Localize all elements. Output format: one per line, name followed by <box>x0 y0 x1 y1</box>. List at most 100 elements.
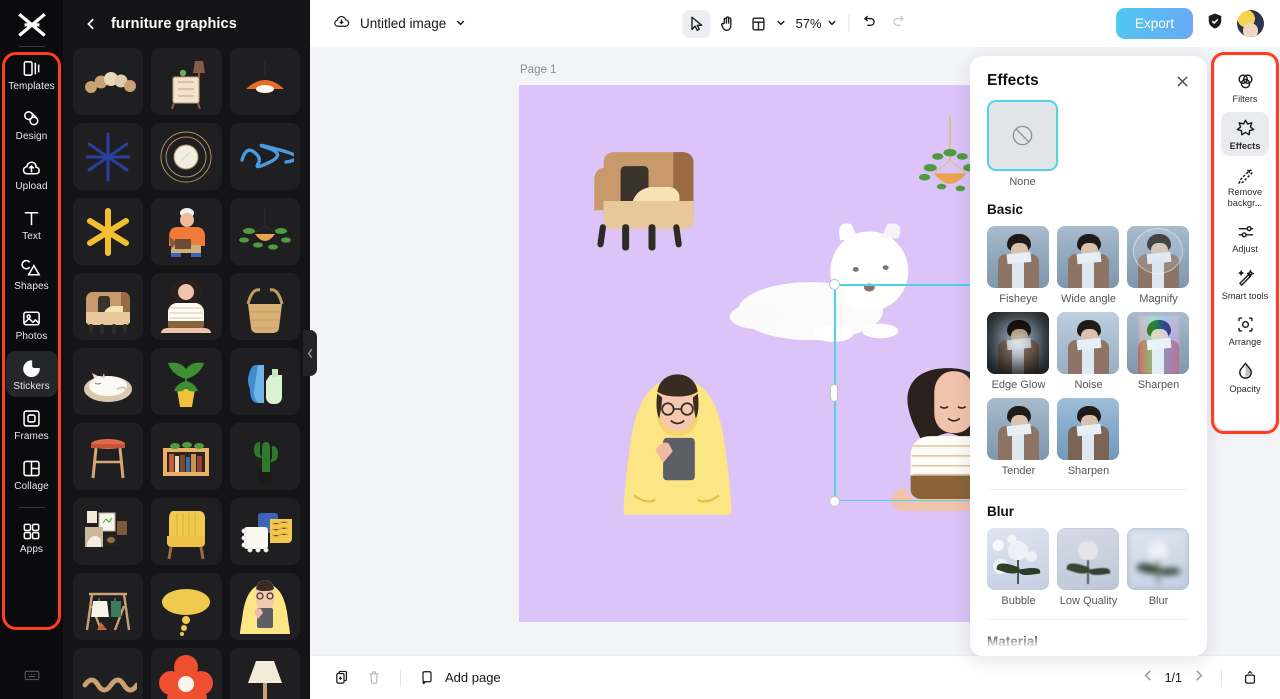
armchair-object[interactable] <box>571 140 726 265</box>
effect-none-item[interactable]: None <box>987 100 1190 188</box>
effect-item[interactable]: Sharpen <box>1127 312 1190 391</box>
capcut-logo-icon[interactable] <box>15 10 49 40</box>
right-tool-adjust[interactable]: Adjust <box>1221 215 1269 260</box>
resize-handle-top-left[interactable] <box>828 278 840 290</box>
effect-item[interactable]: Wide angle <box>1057 226 1120 305</box>
pendant-lamp-sticker[interactable] <box>229 48 300 115</box>
sidebar-item-apps[interactable]: Apps <box>6 514 58 560</box>
close-icon[interactable] <box>1173 72 1191 90</box>
effect-item[interactable]: Tender <box>987 398 1050 477</box>
keyboard-shortcuts-icon[interactable] <box>23 666 41 689</box>
effects-panel-body[interactable]: None Basic Fisheye Wide angle Magnify Edge G… <box>970 90 1207 656</box>
sidebar-item-label: Templates <box>8 81 55 92</box>
girl-in-blanket-sticker[interactable] <box>229 573 300 640</box>
sidebar-item-shapes[interactable]: Shapes <box>6 251 58 297</box>
right-tool-label: Smart tools <box>1221 290 1269 301</box>
wall-art-gallery-sticker[interactable] <box>73 498 144 565</box>
right-tool-smarttools[interactable]: Smart tools <box>1221 262 1269 307</box>
effect-item[interactable]: Edge Glow <box>987 312 1050 391</box>
right-tool-removebackgr[interactable]: Remove backgr... <box>1221 158 1269 213</box>
prev-page-button[interactable] <box>1142 669 1155 687</box>
right-tool-arrange[interactable]: Arrange <box>1221 308 1269 353</box>
layout-chevron-down-icon[interactable] <box>775 15 786 33</box>
layout-tool-button[interactable] <box>744 10 772 38</box>
effect-label: Sharpen <box>1067 465 1110 477</box>
yellow-asterisk-sticker[interactable] <box>73 198 144 265</box>
back-button[interactable] <box>83 16 99 32</box>
beads-garland-sticker[interactable] <box>73 48 144 115</box>
blue-squiggle-sticker[interactable] <box>229 123 300 190</box>
sidebar-item-collage[interactable]: Collage <box>6 451 58 497</box>
pillows-sticker[interactable] <box>229 498 300 565</box>
cactus-sticker[interactable] <box>229 423 300 490</box>
sidebar-item-photos[interactable]: Photos <box>6 301 58 347</box>
effect-item[interactable]: Bubble <box>987 528 1050 607</box>
export-button[interactable]: Export <box>1115 8 1193 39</box>
wooden-stool-sticker[interactable] <box>73 423 144 490</box>
monstera-plant-sticker[interactable] <box>151 348 222 415</box>
zoom-chevron-down-icon[interactable] <box>827 15 838 33</box>
resize-handle-left[interactable] <box>830 383 838 402</box>
resize-handle-bottom-left[interactable] <box>828 495 840 507</box>
vases-sticker[interactable] <box>229 348 300 415</box>
red-flower-sticker[interactable] <box>151 648 222 699</box>
sleeping-cat-sticker[interactable] <box>73 348 144 415</box>
effects-section-divider <box>987 619 1190 620</box>
girl-in-blanket-object[interactable] <box>615 370 740 525</box>
sidebar-item-design[interactable]: Design <box>6 101 58 147</box>
blue-starburst-sticker[interactable] <box>73 123 144 190</box>
redo-button[interactable] <box>891 13 908 35</box>
right-tool-label: Effects <box>1229 140 1261 151</box>
bottom-left-actions: Add page <box>310 666 501 690</box>
zoom-level[interactable]: 57% <box>789 16 823 31</box>
table-lamp-sticker[interactable] <box>229 648 300 699</box>
effect-item[interactable]: Noise <box>1057 312 1120 391</box>
right-tool-effects[interactable]: Effects <box>1221 111 1269 156</box>
chevron-down-icon[interactable] <box>455 15 466 33</box>
sidebar-item-frames[interactable]: Frames <box>6 401 58 447</box>
smart-tools-icon <box>1235 268 1255 288</box>
next-page-button[interactable] <box>1192 669 1205 687</box>
armchair-sticker[interactable] <box>73 273 144 340</box>
effects-section-title: Blur <box>987 504 1014 519</box>
wavy-line-sticker[interactable] <box>73 648 144 699</box>
document-name[interactable]: Untitled image <box>360 16 446 31</box>
undo-button[interactable] <box>861 13 878 35</box>
hanging-planter-sticker[interactable] <box>229 198 300 265</box>
right-tool-opacity[interactable]: Opacity <box>1221 355 1269 400</box>
canvas-tools-group: 57% <box>682 9 908 38</box>
sunburst-mirror-sticker[interactable] <box>151 123 222 190</box>
shield-check-icon[interactable] <box>1205 11 1225 36</box>
right-tool-filters[interactable]: Filters <box>1221 65 1269 110</box>
select-tool-button[interactable] <box>682 9 711 38</box>
hand-tool-button[interactable] <box>713 10 741 38</box>
effect-item[interactable]: Fisheye <box>987 226 1050 305</box>
trash-icon[interactable] <box>362 666 386 690</box>
duplicate-page-icon[interactable] <box>330 666 354 690</box>
woman-meditating-sticker[interactable] <box>151 273 222 340</box>
expand-panel-icon[interactable] <box>1238 666 1262 690</box>
clothing-rack-sticker[interactable] <box>73 573 144 640</box>
person-reading-sticker[interactable] <box>151 198 222 265</box>
yellow-chair-sticker[interactable] <box>151 498 222 565</box>
remove-background-icon <box>1235 164 1255 184</box>
woven-basket-sticker[interactable] <box>229 273 300 340</box>
sidebar-item-upload[interactable]: Upload <box>6 151 58 197</box>
right-tool-label: Filters <box>1232 94 1258 104</box>
effect-item[interactable]: Magnify <box>1127 226 1190 305</box>
sidebar-item-templates[interactable]: Templates <box>6 51 58 97</box>
user-avatar[interactable] <box>1237 10 1264 37</box>
panel-collapse-handle[interactable] <box>303 330 317 376</box>
sidebar-item-stickers[interactable]: Stickers <box>5 351 58 397</box>
effect-item[interactable]: Sharpen <box>1057 398 1120 477</box>
no-effect-icon[interactable] <box>987 100 1058 171</box>
document-title-group[interactable]: Untitled image <box>310 12 466 36</box>
effect-item[interactable]: Blur <box>1127 528 1190 607</box>
sticker-panel-title: furniture graphics <box>111 16 237 32</box>
sidebar-item-text[interactable]: Text <box>6 201 58 247</box>
bookshelf-sticker[interactable] <box>151 423 222 490</box>
yellow-thought-bubble-sticker[interactable] <box>151 573 222 640</box>
nightstand-lamp-sticker[interactable] <box>151 48 222 115</box>
effect-item[interactable]: Low Quality <box>1057 528 1120 607</box>
add-page-button[interactable]: Add page <box>415 666 501 690</box>
